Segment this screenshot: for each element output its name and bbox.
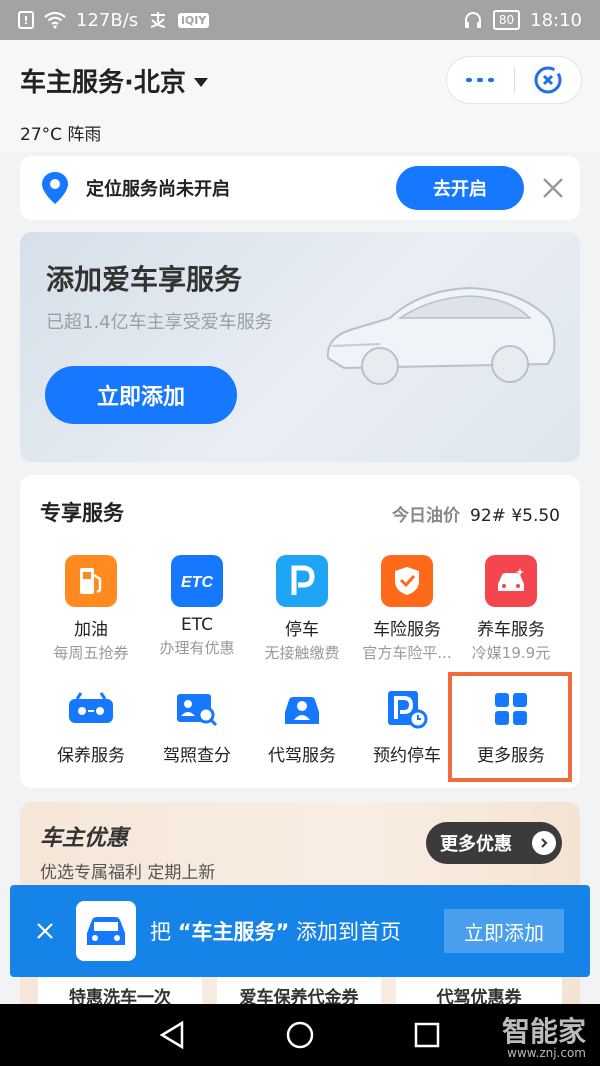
svg-text:ETC: ETC xyxy=(181,574,213,591)
add-now-button[interactable]: 立即添加 xyxy=(444,909,564,953)
shield-check-icon xyxy=(381,555,433,607)
iqiyi-icon: iQIY xyxy=(178,12,210,28)
banner-title: 添加爱车享服务 xyxy=(46,263,243,296)
location-pin-icon xyxy=(42,172,68,204)
add-car-banner: 添加爱车享服务 已超1.4亿车主享受爱车服务 立即添加 xyxy=(20,232,580,462)
weather-info: 27°C 阵雨 xyxy=(20,125,102,145)
section-title: 专享服务 xyxy=(40,501,124,525)
designated-driver-icon xyxy=(276,685,328,733)
service-parking[interactable]: 停车 无接触缴费 xyxy=(249,555,355,663)
add-to-home-toast: 把 “车主服务” 添加到首页 立即添加 xyxy=(10,885,590,977)
exclusive-services: 专享服务 今日油价 92# ¥5.50 加油 每周五抢券 ETC ETC 办理有优… xyxy=(20,475,580,788)
service-refuel[interactable]: 加油 每周五抢券 xyxy=(38,555,144,663)
alert-icon: ! xyxy=(18,11,34,29)
fuel-pump-icon xyxy=(65,555,117,607)
close-icon[interactable] xyxy=(36,922,54,940)
headphone-icon xyxy=(464,12,481,28)
service-insurance[interactable]: 车险服务 官方车险平... xyxy=(354,555,460,663)
battery-icon: 80 xyxy=(492,10,521,30)
deals-title: 车主优惠 xyxy=(40,826,129,851)
clock: 18:10 xyxy=(530,9,582,31)
service-license-points[interactable]: 驾照查分 xyxy=(144,685,250,766)
toast-message: 把 “车主服务” 添加到首页 xyxy=(150,920,401,944)
car-illustration-icon xyxy=(326,286,556,385)
more-deals-button[interactable]: 更多优惠 xyxy=(426,822,562,864)
add-car-button[interactable]: 立即添加 xyxy=(45,366,237,424)
status-bar: ! 127B/s iQIY 80 18:10 xyxy=(0,0,600,40)
parking-reserve-icon xyxy=(381,685,433,733)
network-speed: 127B/s xyxy=(76,9,139,31)
close-circle-icon xyxy=(534,66,562,94)
etc-icon: ETC xyxy=(171,555,223,607)
oil-price-label: 今日油价 xyxy=(392,506,461,526)
pay-icon xyxy=(150,12,166,28)
caret-down-icon xyxy=(193,77,208,87)
location-notice-text: 定位服务尚未开启 xyxy=(86,179,230,200)
enable-location-button[interactable]: 去开启 xyxy=(396,166,524,210)
location-notice: 定位服务尚未开启 去开启 xyxy=(20,156,580,220)
home-icon[interactable] xyxy=(285,1020,315,1050)
back-icon[interactable] xyxy=(158,1020,186,1050)
close-app-button[interactable] xyxy=(515,65,582,95)
deals-subtitle: 优选专属福利 定期上新 xyxy=(40,863,216,883)
service-parking-reservation[interactable]: 预约停车 xyxy=(354,685,460,766)
banner-subtitle: 已超1.4亿车主享受爱车服务 xyxy=(46,312,273,333)
oil-price[interactable]: 今日油价 92# ¥5.50 xyxy=(392,501,560,526)
more-menu-button[interactable] xyxy=(447,78,514,82)
page-title: 车主服务·北京 xyxy=(20,68,186,98)
service-designated-driver[interactable]: 代驾服务 xyxy=(249,685,355,766)
page-header: 车主服务·北京 27°C 阵雨 xyxy=(0,40,600,152)
highlight-box xyxy=(448,672,572,782)
wifi-icon xyxy=(44,11,66,29)
license-search-icon xyxy=(171,685,223,733)
recents-icon[interactable] xyxy=(413,1020,441,1050)
close-icon[interactable] xyxy=(542,177,564,199)
service-car-care[interactable]: 养车服务 冷媒19.9元 xyxy=(458,555,564,663)
city-selector[interactable]: 车主服务·北京 xyxy=(20,62,208,99)
oil-price-value: 92# ¥5.50 xyxy=(470,506,560,526)
parking-icon xyxy=(276,555,328,607)
maintenance-icon xyxy=(65,685,117,733)
mini-program-capsule xyxy=(446,56,582,104)
watermark: 智能家 www.znj.com xyxy=(501,1015,586,1060)
service-maintenance[interactable]: 保养服务 xyxy=(38,685,144,766)
service-etc[interactable]: ETC ETC 办理有优惠 xyxy=(144,555,250,658)
car-wash-icon xyxy=(485,555,537,607)
chevron-right-icon xyxy=(532,831,556,855)
system-nav-bar: 智能家 www.znj.com xyxy=(0,1004,600,1066)
car-app-icon xyxy=(76,901,136,961)
